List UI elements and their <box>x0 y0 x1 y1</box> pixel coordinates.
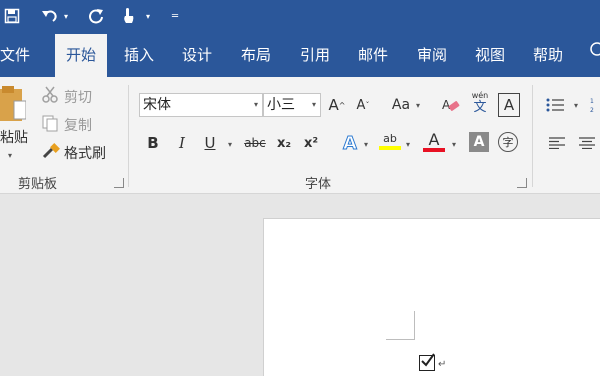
superscript-button[interactable]: x² <box>300 131 322 155</box>
font-launcher-icon[interactable] <box>517 178 527 188</box>
tab-view[interactable]: 视图 <box>469 34 511 77</box>
copy-icon[interactable] <box>40 113 60 133</box>
touch-mode-icon[interactable] <box>118 3 140 29</box>
highlight-dropdown-icon[interactable]: ▾ <box>406 140 410 149</box>
phonetic-guide-icon[interactable]: wén 文 <box>468 91 492 119</box>
align-left-icon[interactable] <box>547 131 567 155</box>
shrink-font-icon[interactable]: Aˇ <box>352 93 374 117</box>
save-icon[interactable] <box>0 3 24 29</box>
font-size-dropdown-icon[interactable]: ▾ <box>312 94 316 116</box>
redo-icon[interactable] <box>84 3 108 29</box>
numbering-icon[interactable]: 12 <box>588 93 600 117</box>
cut-label[interactable]: 剪切 <box>64 87 92 107</box>
ribbon-tabs: 文件 开始 插入 设计 布局 引用 邮件 审阅 视图 帮助 <box>0 34 600 77</box>
tab-design[interactable]: 设计 <box>176 34 218 77</box>
tab-help[interactable]: 帮助 <box>527 34 569 77</box>
paste-icon[interactable] <box>0 83 26 123</box>
tab-file[interactable]: 文件 <box>0 34 30 77</box>
word-window: ▾ ▾ ═ 文件 开始 插入 设计 布局 引用 邮件 审阅 视图 帮助 粘贴 ▾ <box>0 0 600 376</box>
cut-icon[interactable] <box>40 85 60 105</box>
phonetic-bottom: 文 <box>473 100 487 115</box>
group-separator <box>128 85 129 187</box>
font-color-bar <box>423 148 445 152</box>
change-case-dropdown-icon[interactable]: ▾ <box>416 101 420 110</box>
font-name-combo[interactable]: 宋体 ▾ <box>139 93 263 117</box>
character-border-icon[interactable]: A <box>498 93 520 117</box>
align-center-icon[interactable] <box>577 131 597 155</box>
tab-references[interactable]: 引用 <box>294 34 336 77</box>
svg-text:2: 2 <box>590 107 594 113</box>
touch-dropdown-icon[interactable]: ▾ <box>146 12 150 21</box>
tab-home[interactable]: 开始 <box>55 34 107 77</box>
tab-mailings[interactable]: 邮件 <box>352 34 394 77</box>
quick-access-toolbar: ▾ ▾ ═ <box>0 0 600 34</box>
bold-button[interactable]: B <box>143 131 163 155</box>
group-separator <box>532 85 533 187</box>
font-name-dropdown-icon[interactable]: ▾ <box>254 94 258 116</box>
font-group-label: 字体 <box>305 177 332 192</box>
clipboard-group-label: 剪贴板 <box>18 177 58 192</box>
checkbox-icon[interactable] <box>419 353 435 371</box>
document-page[interactable]: ↵ <box>263 218 600 376</box>
underline-button[interactable]: U <box>200 131 220 155</box>
undo-icon[interactable] <box>38 3 62 29</box>
font-color-icon[interactable]: A <box>422 129 446 155</box>
strikethrough-button[interactable]: abc <box>242 131 268 155</box>
lightbulb-icon[interactable] <box>588 42 600 68</box>
tab-review[interactable]: 审阅 <box>411 34 453 77</box>
paste-label[interactable]: 粘贴 <box>0 127 28 147</box>
paragraph-mark: ↵ <box>438 359 447 370</box>
copy-label[interactable]: 复制 <box>64 115 92 135</box>
enclose-characters-icon[interactable]: 字 <box>498 132 518 152</box>
document-area: ↵ <box>0 195 600 376</box>
svg-text:1: 1 <box>590 98 594 105</box>
font-name-value: 宋体 <box>143 97 171 113</box>
highlight-color-bar <box>379 146 401 150</box>
customize-qat-icon[interactable]: ═ <box>168 3 182 29</box>
paste-dropdown-icon[interactable]: ▾ <box>8 151 12 160</box>
font-size-value: 小三 <box>267 97 295 113</box>
clear-formatting-icon[interactable]: A <box>440 93 462 117</box>
bullets-dropdown-icon[interactable]: ▾ <box>574 101 578 110</box>
svg-text:A: A <box>442 98 451 112</box>
phonetic-top: wén <box>471 91 489 100</box>
change-case-icon[interactable]: Aa <box>388 93 414 117</box>
highlight-icon[interactable]: ab <box>378 129 402 153</box>
tab-insert[interactable]: 插入 <box>118 34 160 77</box>
italic-button[interactable]: I <box>172 131 192 155</box>
subscript-button[interactable]: x₂ <box>273 131 295 155</box>
font-size-combo[interactable]: 小三 ▾ <box>263 93 321 117</box>
tab-layout[interactable]: 布局 <box>235 34 277 77</box>
bullets-icon[interactable] <box>545 93 567 117</box>
ribbon-home: 粘贴 ▾ 剪切 复制 格式刷 剪贴板 宋体 ▾ 小三 ▾ A^ Aˇ Aa ▾ <box>0 77 600 194</box>
font-color-dropdown-icon[interactable]: ▾ <box>452 140 456 149</box>
format-painter-icon[interactable] <box>40 141 62 163</box>
margin-corner-mark <box>386 311 415 340</box>
grow-font-icon[interactable]: A ^ <box>326 93 348 117</box>
format-painter-label[interactable]: 格式刷 <box>64 143 106 163</box>
character-shading-icon[interactable]: A <box>469 132 489 152</box>
text-effects-dropdown-icon[interactable]: ▾ <box>364 140 368 149</box>
clipboard-launcher-icon[interactable] <box>114 178 124 188</box>
text-effects-icon[interactable]: A <box>339 131 361 155</box>
underline-dropdown-icon[interactable]: ▾ <box>228 140 232 149</box>
undo-dropdown-icon[interactable]: ▾ <box>64 12 68 21</box>
